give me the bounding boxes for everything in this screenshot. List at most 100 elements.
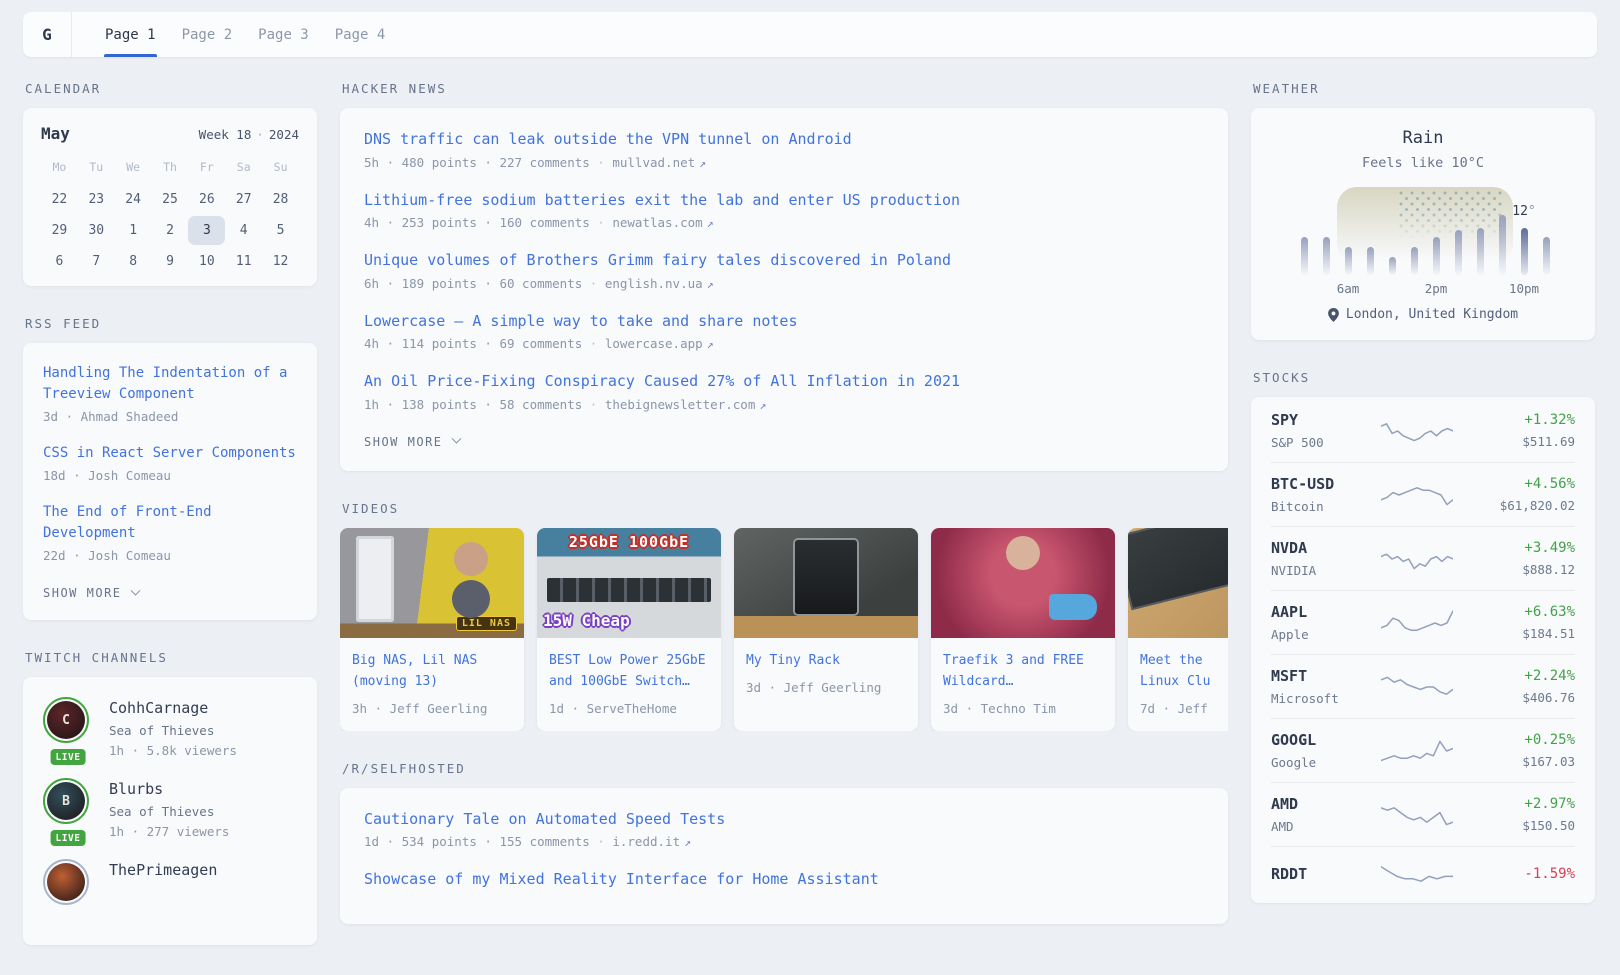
section-title-selfhosted: /R/SELFHOSTED (342, 761, 1228, 776)
hn-show-more-button[interactable]: SHOW MORE (364, 433, 460, 457)
stock-info: BTC-USDBitcoin (1271, 475, 1371, 514)
calendar-section: CALENDAR May Week 18·2024 MoTuWeThFrSaSu… (23, 81, 317, 286)
feed-item-info: 1d · 534 points · 155 comments (364, 834, 590, 849)
feed-item: The End of Front-End Development22d · Jo… (43, 502, 297, 563)
calendar-weekday: Sa (225, 153, 262, 183)
twitch-channel-name[interactable]: CohhCarnage (109, 699, 237, 717)
twitch-channel-row[interactable]: ThePrimeagen (43, 859, 297, 905)
feed-item-title[interactable]: Showcase of my Mixed Reality Interface f… (364, 868, 1204, 891)
app-logo[interactable]: G (23, 12, 72, 57)
weather-bar (1499, 215, 1506, 275)
stock-change: +2.97% (1463, 796, 1575, 812)
video-title[interactable]: BEST Low Power 25GbE and 100GbE Switch… (537, 638, 721, 692)
feed-item-title[interactable]: Unique volumes of Brothers Grimm fairy t… (364, 249, 1204, 272)
stock-row[interactable]: AAPLApple+6.63%$184.51 (1271, 590, 1575, 654)
twitch-channel-info: ThePrimeagen (109, 859, 217, 905)
feed-item-title[interactable]: The End of Front-End Development (43, 502, 297, 544)
stock-price: $888.12 (1463, 562, 1575, 577)
stock-row[interactable]: NVDANVIDIA+3.49%$888.12 (1271, 526, 1575, 590)
calendar-day: 1 (115, 216, 152, 245)
rss-show-more-button[interactable]: SHOW MORE (43, 584, 139, 608)
stock-row[interactable]: BTC-USDBitcoin+4.56%$61,820.02 (1271, 462, 1575, 526)
thumbnail-text: LIL NAS (456, 616, 517, 631)
feed-item: Handling The Indentation of a Treeview C… (43, 363, 297, 424)
stock-name: AMD (1271, 819, 1371, 834)
tab-page-2[interactable]: Page 2 (169, 12, 246, 57)
external-link-icon: ↗ (684, 835, 691, 849)
stock-change: +0.25% (1463, 732, 1575, 748)
feed-item-title[interactable]: CSS in React Server Components (43, 443, 297, 464)
weather-bar (1345, 247, 1352, 275)
stock-change: +1.32% (1463, 412, 1575, 428)
feed-item: Cautionary Tale on Automated Speed Tests… (364, 808, 1204, 850)
stock-name: Bitcoin (1271, 499, 1371, 514)
twitch-channel-row[interactable]: CLIVECohhCarnageSea of Thieves1h · 5.8k … (43, 697, 297, 758)
videos-section: VIDEOS LIL NASBig NAS, Lil NAS (moving 1… (340, 501, 1228, 731)
tab-page-1[interactable]: Page 1 (92, 12, 169, 57)
tab-page-3[interactable]: Page 3 (245, 12, 322, 57)
feed-item: Showcase of my Mixed Reality Interface f… (364, 868, 1204, 891)
calendar-day: 4 (225, 216, 262, 245)
stock-price: $150.50 (1463, 818, 1575, 833)
hacker-news-widget: DNS traffic can leak outside the VPN tun… (340, 108, 1228, 471)
video-card: My Tiny Rack3d · Jeff Geerling (734, 528, 918, 731)
tab-page-4[interactable]: Page 4 (322, 12, 399, 57)
stock-row[interactable]: RDDT -1.59% (1271, 846, 1575, 901)
stock-row[interactable]: GOOGLGoogle+0.25%$167.03 (1271, 718, 1575, 782)
external-link-icon: ↗ (707, 216, 714, 230)
video-title[interactable]: My Tiny Rack (734, 638, 918, 671)
avatar[interactable] (43, 859, 89, 905)
selfhosted-widget: Cautionary Tale on Automated Speed Tests… (340, 788, 1228, 924)
feed-item-title[interactable]: Lithium-free sodium batteries exit the l… (364, 189, 1204, 212)
videos-row: LIL NAS Big NAS, Lil NAS (moving 13)3h · … (340, 528, 1228, 731)
twitch-channel-row[interactable]: BLIVEBlurbsSea of Thieves1h · 277 viewer… (43, 778, 297, 839)
stock-ticker: RDDT (1271, 865, 1371, 883)
video-thumbnail[interactable]: FAS (1128, 528, 1228, 638)
video-title[interactable]: Big NAS, Lil NAS (moving 13) (340, 638, 524, 692)
video-thumbnail[interactable]: 25GbE 100GbE15W Cheap (537, 528, 721, 638)
feed-item-meta: 18d · Josh Comeau (43, 468, 297, 483)
separator-dot: · (582, 397, 605, 412)
twitch-channel-name[interactable]: ThePrimeagen (109, 861, 217, 879)
feed-item-title[interactable]: Handling The Indentation of a Treeview C… (43, 363, 297, 405)
stock-price: $511.69 (1463, 434, 1575, 449)
stock-values: +3.49%$888.12 (1463, 540, 1575, 577)
feed-item-title[interactable]: Cautionary Tale on Automated Speed Tests (364, 808, 1204, 831)
video-thumbnail[interactable] (734, 528, 918, 638)
calendar-day: 28 (262, 185, 299, 214)
calendar-weekday: Su (262, 153, 299, 183)
twitch-channel-name[interactable]: Blurbs (109, 780, 229, 798)
stock-row[interactable]: SPYS&P 500 +1.32% $511.69 (1271, 399, 1575, 462)
feed-item-title[interactable]: DNS traffic can leak outside the VPN tun… (364, 128, 1204, 151)
avatar[interactable]: B (43, 778, 89, 824)
weather-hourly-chart: 12°6am2pm10pm (1291, 189, 1555, 275)
stock-change: -1.59% (1463, 866, 1575, 882)
weather-bar (1301, 237, 1308, 275)
calendar-day: 7 (78, 247, 115, 276)
weather-bar (1543, 237, 1550, 275)
feed-item: CSS in React Server Components 18d · Josh… (43, 443, 297, 483)
section-title-twitch: TWITCH CHANNELS (25, 650, 317, 665)
weather-location: London, United Kingdom (1271, 307, 1575, 322)
section-title-calendar: CALENDAR (25, 81, 317, 96)
video-thumbnail[interactable]: LIL NAS (340, 528, 524, 638)
feed-item-info: 4h · 253 points · 160 comments (364, 215, 590, 230)
feed-item-meta: 1d · 534 points · 155 comments · i.redd.… (364, 834, 1204, 849)
video-thumbnail[interactable] (931, 528, 1115, 638)
page-tabs: Page 1 Page 2 Page 3 Page 4 (72, 12, 398, 57)
video-meta: 3h · Jeff Geerling (340, 692, 524, 731)
feed-item-title[interactable]: Lowercase – A simple way to take and sha… (364, 310, 1204, 333)
video-title[interactable]: Meet the Linux Clu (1128, 638, 1228, 692)
stock-info: SPYS&P 500 (1271, 411, 1371, 450)
thumbnail-text: 15W Cheap (543, 611, 630, 630)
video-title[interactable]: Traefik 3 and FREE Wildcard… (931, 638, 1115, 692)
feed-item-title[interactable]: An Oil Price-Fixing Conspiracy Caused 27… (364, 370, 1204, 393)
video-meta: 1d · ServeTheHome (537, 692, 721, 731)
calendar-day: 2 (152, 216, 189, 245)
chevron-down-icon (130, 585, 140, 595)
video-card: Traefik 3 and FREE Wildcard…3d · Techno … (931, 528, 1115, 731)
avatar[interactable]: C (43, 697, 89, 743)
stock-row[interactable]: MSFTMicrosoft+2.24%$406.76 (1271, 654, 1575, 718)
rss-widget: Handling The Indentation of a Treeview C… (23, 343, 317, 620)
stock-row[interactable]: AMDAMD+2.97%$150.50 (1271, 782, 1575, 846)
